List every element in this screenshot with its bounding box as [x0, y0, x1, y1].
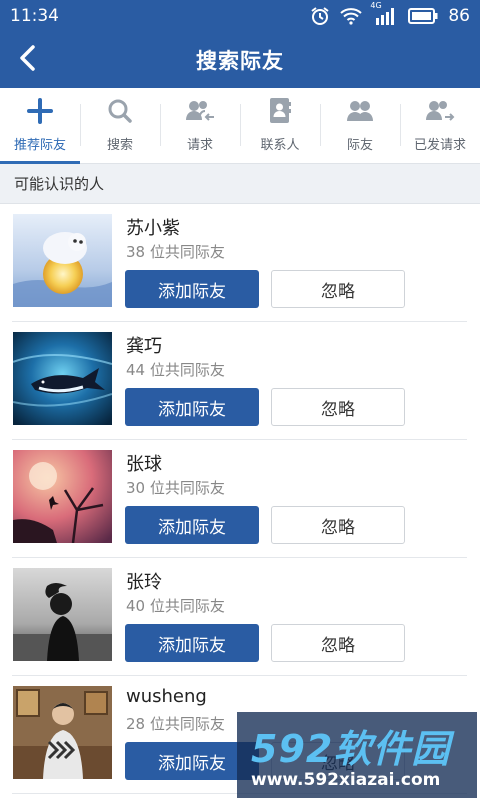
- person-name: 龚巧: [126, 336, 162, 357]
- watermark: 592软件园 www.592xiazai.com: [237, 712, 477, 798]
- search-icon: [107, 98, 133, 128]
- tab-label: 搜索: [106, 138, 133, 153]
- friend-request-icon: [185, 98, 215, 128]
- list-item: 张玲 40 位共同际友 添加际友 忽略: [12, 558, 467, 676]
- list-item: 龚巧 44 位共同际友 添加际友 忽略: [12, 322, 467, 440]
- person-name: wusheng: [126, 686, 207, 707]
- ignore-button[interactable]: 忽略: [271, 506, 405, 544]
- avatar[interactable]: [13, 332, 112, 425]
- add-friend-button[interactable]: 添加际友: [125, 270, 259, 308]
- page-title: 搜索际友: [196, 49, 284, 73]
- person-name: 张球: [126, 454, 162, 475]
- plus-icon: [27, 98, 53, 128]
- ignore-button[interactable]: 忽略: [271, 270, 405, 308]
- status-bar: 11:34 4G 86: [0, 0, 480, 32]
- section-title: 可能认识的人: [14, 175, 105, 193]
- mutual-friends-count: 30 位共同际友: [126, 479, 225, 497]
- add-friend-button[interactable]: 添加际友: [125, 624, 259, 662]
- battery-level: 86: [448, 6, 470, 26]
- person-name: 苏小紫: [126, 218, 180, 239]
- wifi-icon: [340, 7, 363, 25]
- chevron-left-icon: [17, 45, 39, 75]
- nav-bar: 搜索际友: [0, 32, 480, 88]
- tab-contacts[interactable]: 联系人: [240, 88, 320, 163]
- watermark-url: www.592xiazai.com: [251, 770, 441, 790]
- list-item: 张球 30 位共同际友 添加际友 忽略: [12, 440, 467, 558]
- status-icons: 4G 86: [310, 1, 470, 26]
- tab-recommended[interactable]: 推荐际友: [0, 88, 80, 164]
- battery-icon: [408, 8, 438, 24]
- alarm-icon: [310, 6, 330, 26]
- mutual-friends-count: 40 位共同际友: [126, 597, 225, 615]
- status-time: 11:34: [10, 6, 59, 26]
- ignore-button[interactable]: 忽略: [271, 624, 405, 662]
- tab-label: 请求: [186, 138, 213, 153]
- sent-request-icon: [425, 98, 455, 128]
- add-friend-button[interactable]: 添加际友: [125, 388, 259, 426]
- section-header: 可能认识的人: [0, 164, 480, 204]
- person-name: 张玲: [126, 572, 162, 593]
- ignore-button[interactable]: 忽略: [271, 388, 405, 426]
- tab-search[interactable]: 搜索: [80, 88, 160, 163]
- avatar[interactable]: [13, 568, 112, 661]
- contacts-icon: [268, 97, 292, 129]
- tab-sent-requests[interactable]: 已发请求: [400, 88, 480, 163]
- tab-bar: 推荐际友 搜索 请求 联系人 际友 已发请求: [0, 88, 480, 164]
- friends-icon: [345, 98, 375, 128]
- tab-label: 联系人: [260, 138, 300, 153]
- suggestion-list: 苏小紫 38 位共同际友 添加际友 忽略 龚巧 44 位共同际友 添加际友 忽略: [0, 204, 480, 794]
- avatar[interactable]: [13, 214, 112, 307]
- tab-label: 推荐际友: [13, 138, 66, 153]
- back-button[interactable]: [8, 40, 48, 80]
- tab-friends[interactable]: 际友: [320, 88, 400, 163]
- mutual-friends-count: 28 位共同际友: [126, 715, 225, 733]
- mutual-friends-count: 44 位共同际友: [126, 361, 225, 379]
- tab-label: 际友: [346, 138, 373, 153]
- tab-label: 已发请求: [413, 138, 466, 153]
- add-friend-button[interactable]: 添加际友: [125, 506, 259, 544]
- avatar[interactable]: [13, 686, 112, 779]
- mutual-friends-count: 38 位共同际友: [126, 243, 225, 261]
- watermark-logo: 592软件园: [251, 727, 451, 771]
- tab-requests[interactable]: 请求: [160, 88, 240, 163]
- network-label: 4G: [370, 1, 382, 10]
- avatar[interactable]: [13, 450, 112, 543]
- list-item: 苏小紫 38 位共同际友 添加际友 忽略: [12, 204, 467, 322]
- signal-icon: 4G: [370, 1, 398, 25]
